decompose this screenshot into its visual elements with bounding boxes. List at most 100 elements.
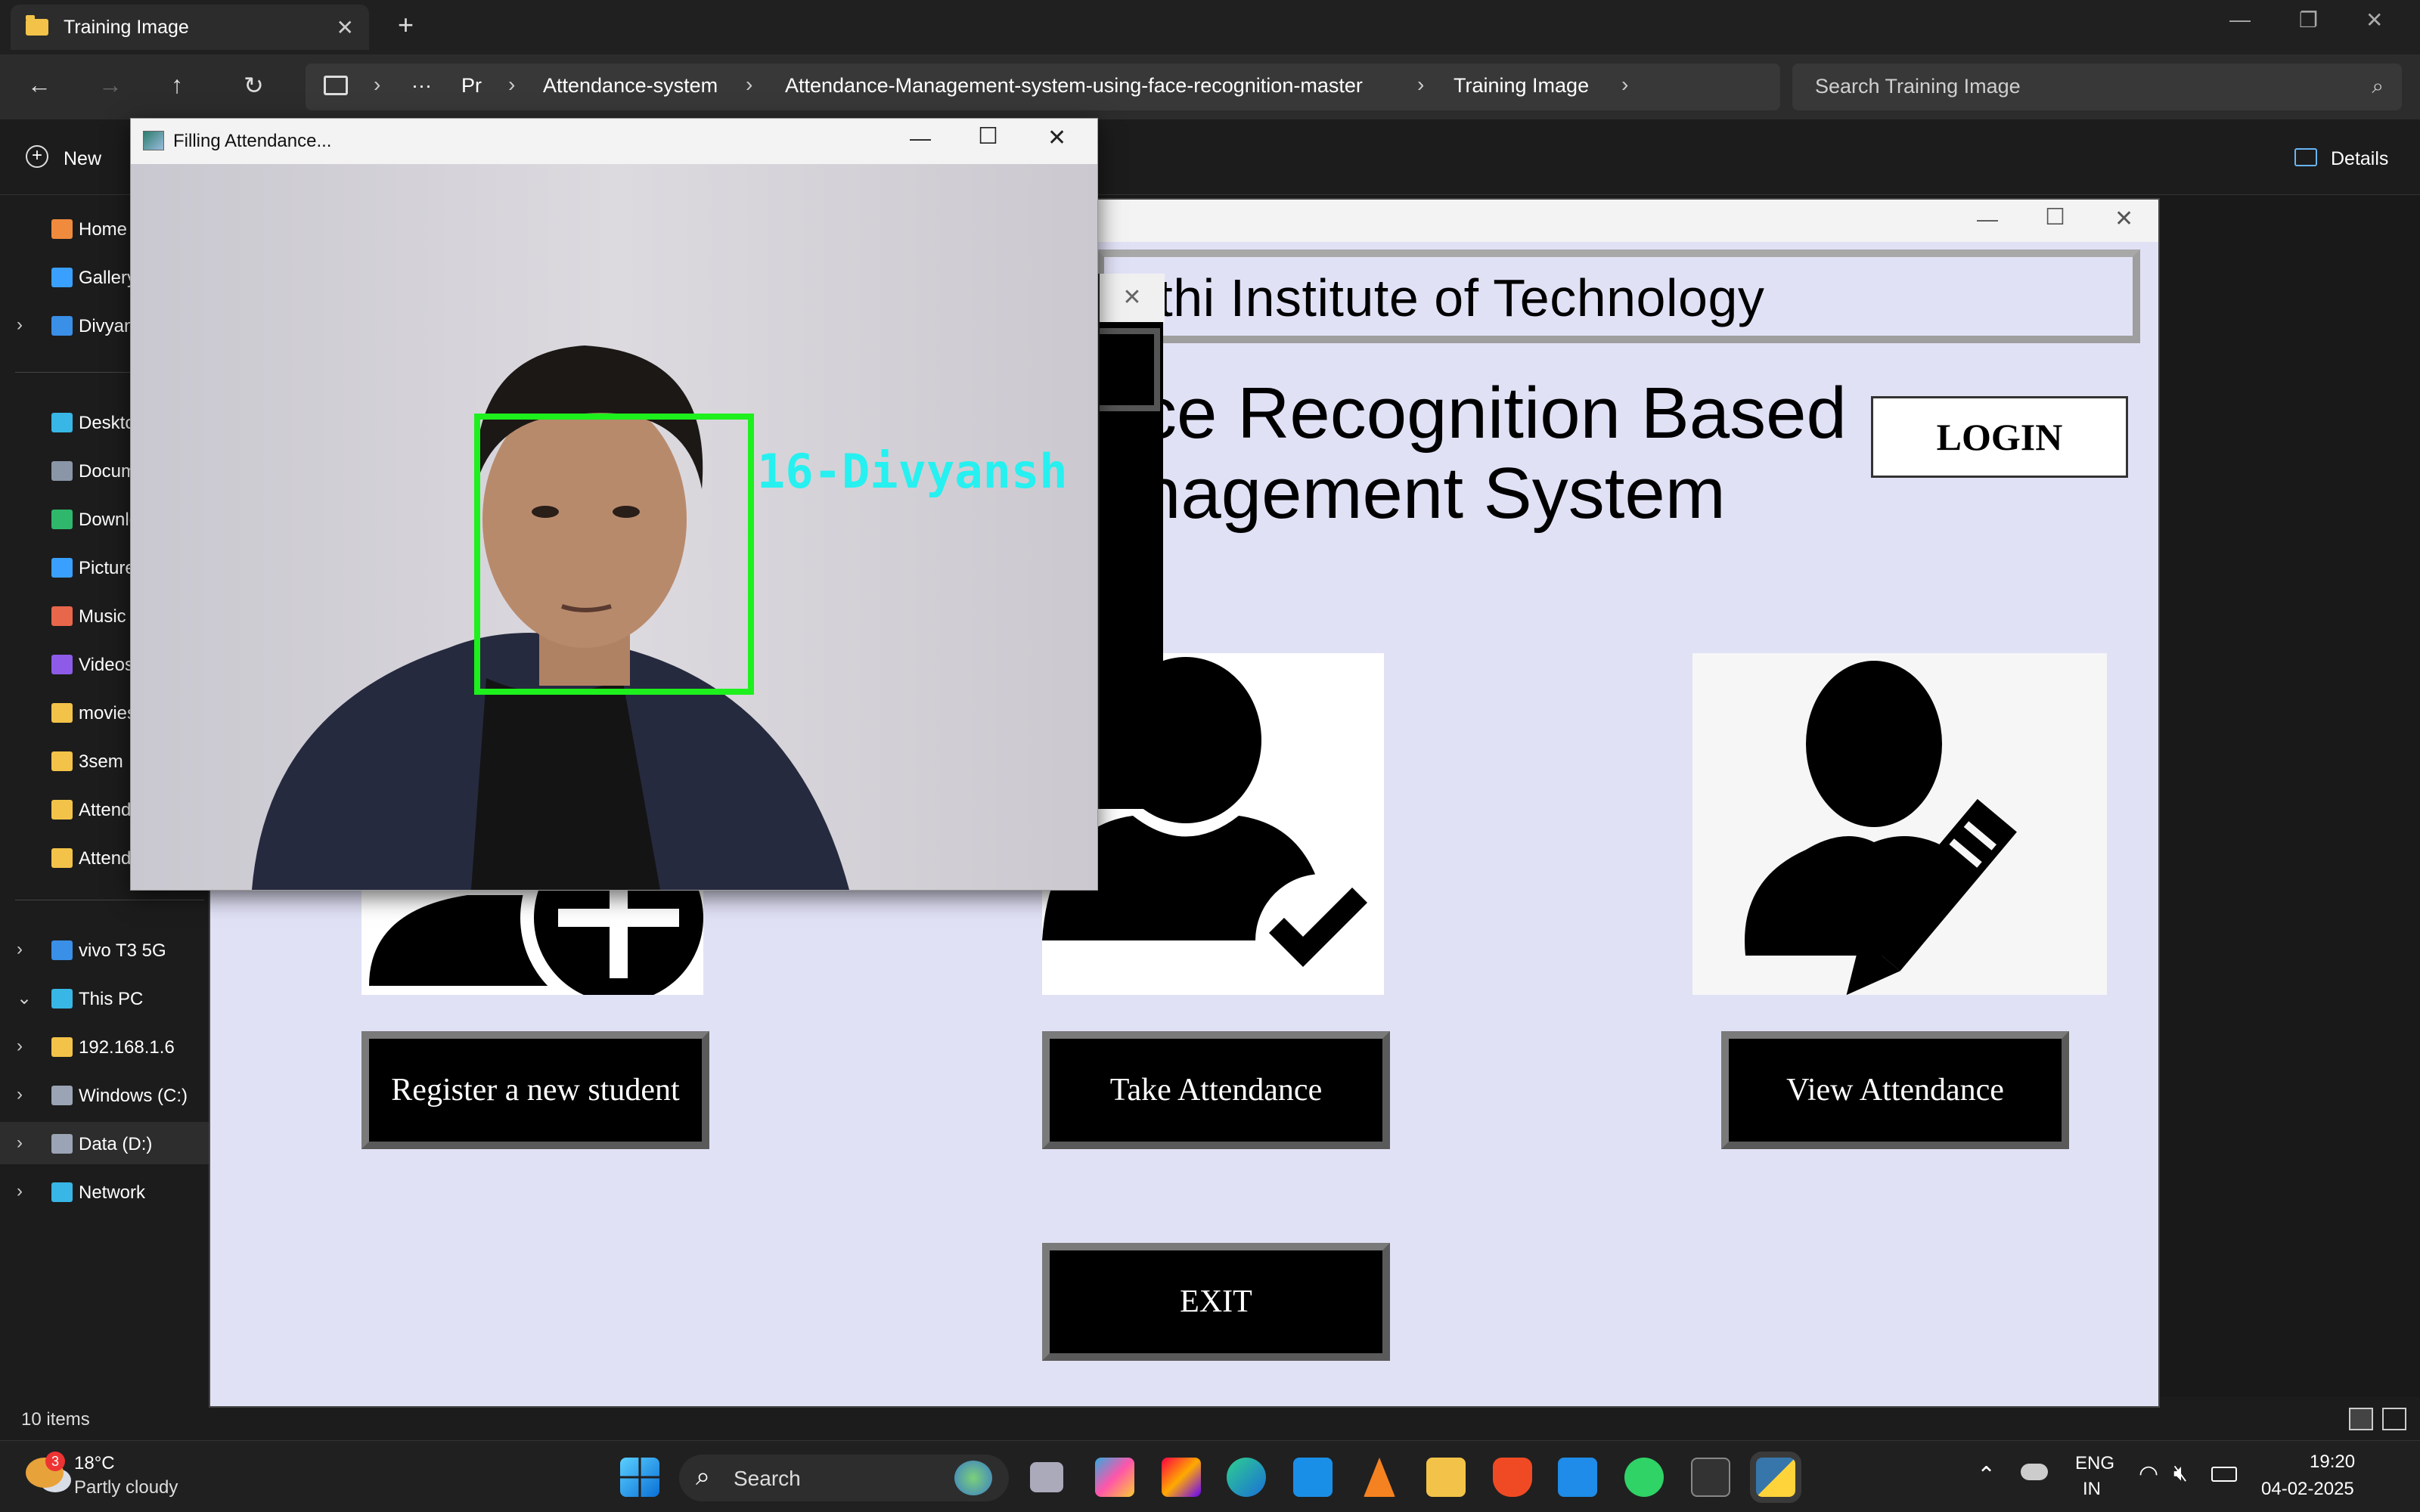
- details-icon: [2294, 148, 2317, 166]
- sidebar-item-icon: [51, 703, 73, 723]
- refresh-icon[interactable]: ↻: [244, 71, 264, 100]
- tiles-view-icon[interactable]: [2382, 1408, 2406, 1430]
- breadcrumb-item[interactable]: Training Image: [1454, 74, 1589, 98]
- view-attendance-button[interactable]: View Attendance: [1721, 1031, 2069, 1149]
- view-attendance-icon: [1692, 653, 2107, 995]
- chevron-icon[interactable]: ⌄: [17, 987, 32, 1009]
- sidebar-item[interactable]: › vivo T3 5G: [0, 928, 209, 971]
- maximize-icon[interactable]: ☐: [2045, 204, 2065, 231]
- terminal-icon[interactable]: [1691, 1458, 1730, 1497]
- item-count: 10 items: [21, 1409, 90, 1430]
- intellij-icon[interactable]: [1162, 1458, 1201, 1497]
- minimize-icon[interactable]: —: [910, 126, 931, 150]
- sidebar-item-icon: [51, 655, 73, 674]
- sidebar-item-label: 192.168.1.6: [79, 1037, 175, 1058]
- hidden-dialog: ✕: [1098, 274, 1165, 809]
- close-icon[interactable]: ✕: [2114, 206, 2133, 232]
- login-button[interactable]: LOGIN: [1871, 396, 2128, 478]
- sidebar-item-icon: [51, 219, 73, 239]
- face-detection-box: [474, 414, 754, 695]
- sidebar-item-icon: [51, 800, 73, 820]
- details-button[interactable]: Details: [2331, 148, 2388, 170]
- chevron-up-icon[interactable]: ⌃: [1977, 1462, 1996, 1489]
- chevron-right-icon: ›: [374, 73, 381, 96]
- maximize-icon[interactable]: ☐: [978, 123, 998, 150]
- language-indicator[interactable]: ENG: [2075, 1453, 2114, 1474]
- heading-line-1: ce Recognition Based: [1140, 373, 1847, 454]
- sidebar-item-icon: [51, 413, 73, 432]
- file-explorer-icon[interactable]: [1426, 1458, 1466, 1497]
- chevron-icon[interactable]: ›: [17, 1132, 23, 1154]
- chevron-right-icon: ›: [508, 73, 516, 96]
- brave-icon[interactable]: [1493, 1458, 1532, 1497]
- vlc-icon[interactable]: [1364, 1458, 1395, 1497]
- task-view-icon[interactable]: [1030, 1462, 1063, 1492]
- sidebar-item-label: Windows (C:): [79, 1086, 188, 1106]
- region-indicator: IN: [2083, 1479, 2101, 1499]
- folder-icon: [26, 15, 48, 36]
- edge-icon[interactable]: [1227, 1458, 1266, 1497]
- institute-name: rathi Institute of Technology: [1110, 268, 1765, 327]
- search-box[interactable]: Search Training Image ⌕: [1792, 64, 2402, 110]
- close-icon[interactable]: ✕: [2366, 8, 2383, 33]
- breadcrumb-item[interactable]: Pr: [461, 74, 482, 98]
- clock-time[interactable]: 19:20: [2310, 1452, 2355, 1473]
- sidebar-item-icon: [51, 510, 73, 529]
- breadcrumb-item[interactable]: Attendance-Management-system-using-face-…: [785, 74, 1363, 98]
- sidebar-item[interactable]: › 192.168.1.6: [0, 1025, 209, 1067]
- institute-banner: rathi Institute of Technology: [1097, 249, 2140, 343]
- sidebar-item-icon: [51, 1182, 73, 1202]
- chevron-right-icon: ›: [746, 73, 753, 96]
- chevron-icon[interactable]: ›: [17, 314, 23, 336]
- minimize-icon[interactable]: —: [1977, 207, 1998, 231]
- forward-icon[interactable]: →: [98, 71, 123, 99]
- restore-icon[interactable]: ❐: [2299, 8, 2318, 33]
- address-bar[interactable]: › ··· Pr › Attendance-system › Attendanc…: [306, 64, 1780, 110]
- tab-training-image[interactable]: Training Image ✕: [11, 5, 369, 50]
- window-title: Filling Attendance...: [173, 131, 332, 151]
- onedrive-icon[interactable]: [2021, 1464, 2048, 1480]
- chevron-icon[interactable]: ›: [17, 1084, 23, 1105]
- close-tab-icon[interactable]: ✕: [337, 15, 354, 40]
- weather-description: Partly cloudy: [74, 1477, 178, 1498]
- sidebar-item[interactable]: › Network: [0, 1170, 209, 1213]
- sidebar-item[interactable]: › Windows (C:): [0, 1074, 209, 1116]
- start-icon[interactable]: [620, 1458, 659, 1497]
- back-icon[interactable]: ←: [27, 71, 51, 99]
- list-view-icon[interactable]: [2349, 1408, 2373, 1430]
- app-icon: [143, 131, 164, 150]
- sidebar-item[interactable]: ⌄ This PC: [0, 977, 209, 1019]
- more-icon[interactable]: ···: [411, 74, 432, 98]
- breadcrumb-item[interactable]: Attendance-system: [543, 74, 718, 98]
- new-button[interactable]: New: [64, 148, 101, 170]
- chevron-icon[interactable]: ›: [17, 939, 23, 960]
- copilot-icon[interactable]: [1095, 1458, 1134, 1497]
- volume-mute-icon[interactable]: 🔇︎: [2173, 1461, 2188, 1486]
- sidebar-item-icon: [51, 989, 73, 1009]
- sidebar-item-label: vivo T3 5G: [79, 940, 166, 961]
- tab-title: Training Image: [64, 16, 189, 38]
- python-icon[interactable]: [1750, 1452, 1801, 1503]
- exit-button[interactable]: EXIT: [1042, 1243, 1390, 1361]
- store-icon[interactable]: [1293, 1458, 1333, 1497]
- search-input[interactable]: Search Training Image: [1815, 75, 2021, 98]
- weather-temperature: 18°C: [74, 1453, 115, 1473]
- battery-icon[interactable]: [2211, 1467, 2237, 1482]
- chevron-icon[interactable]: ›: [17, 1036, 23, 1057]
- new-tab-icon[interactable]: +: [398, 9, 414, 41]
- clock-date[interactable]: 04-02-2025: [2261, 1479, 2354, 1500]
- minimize-icon[interactable]: —: [2229, 8, 2251, 32]
- close-icon[interactable]: ✕: [1100, 274, 1165, 322]
- sidebar-item[interactable]: › Data (D:): [0, 1122, 209, 1164]
- wifi-icon[interactable]: ◠: [2139, 1461, 2158, 1487]
- vscode-icon[interactable]: [1558, 1458, 1597, 1497]
- whatsapp-icon[interactable]: [1624, 1458, 1664, 1497]
- recognized-face-label: 16-Divyansh: [757, 444, 1068, 499]
- taskbar-search[interactable]: ⌕ Search: [679, 1455, 1009, 1501]
- take-attendance-button[interactable]: Take Attendance: [1042, 1031, 1390, 1149]
- up-icon[interactable]: ↑: [171, 71, 183, 99]
- search-icon: ⌕: [2372, 74, 2384, 98]
- close-icon[interactable]: ✕: [1047, 125, 1066, 151]
- chevron-icon[interactable]: ›: [17, 1181, 23, 1202]
- register-student-button[interactable]: Register a new student: [361, 1031, 709, 1149]
